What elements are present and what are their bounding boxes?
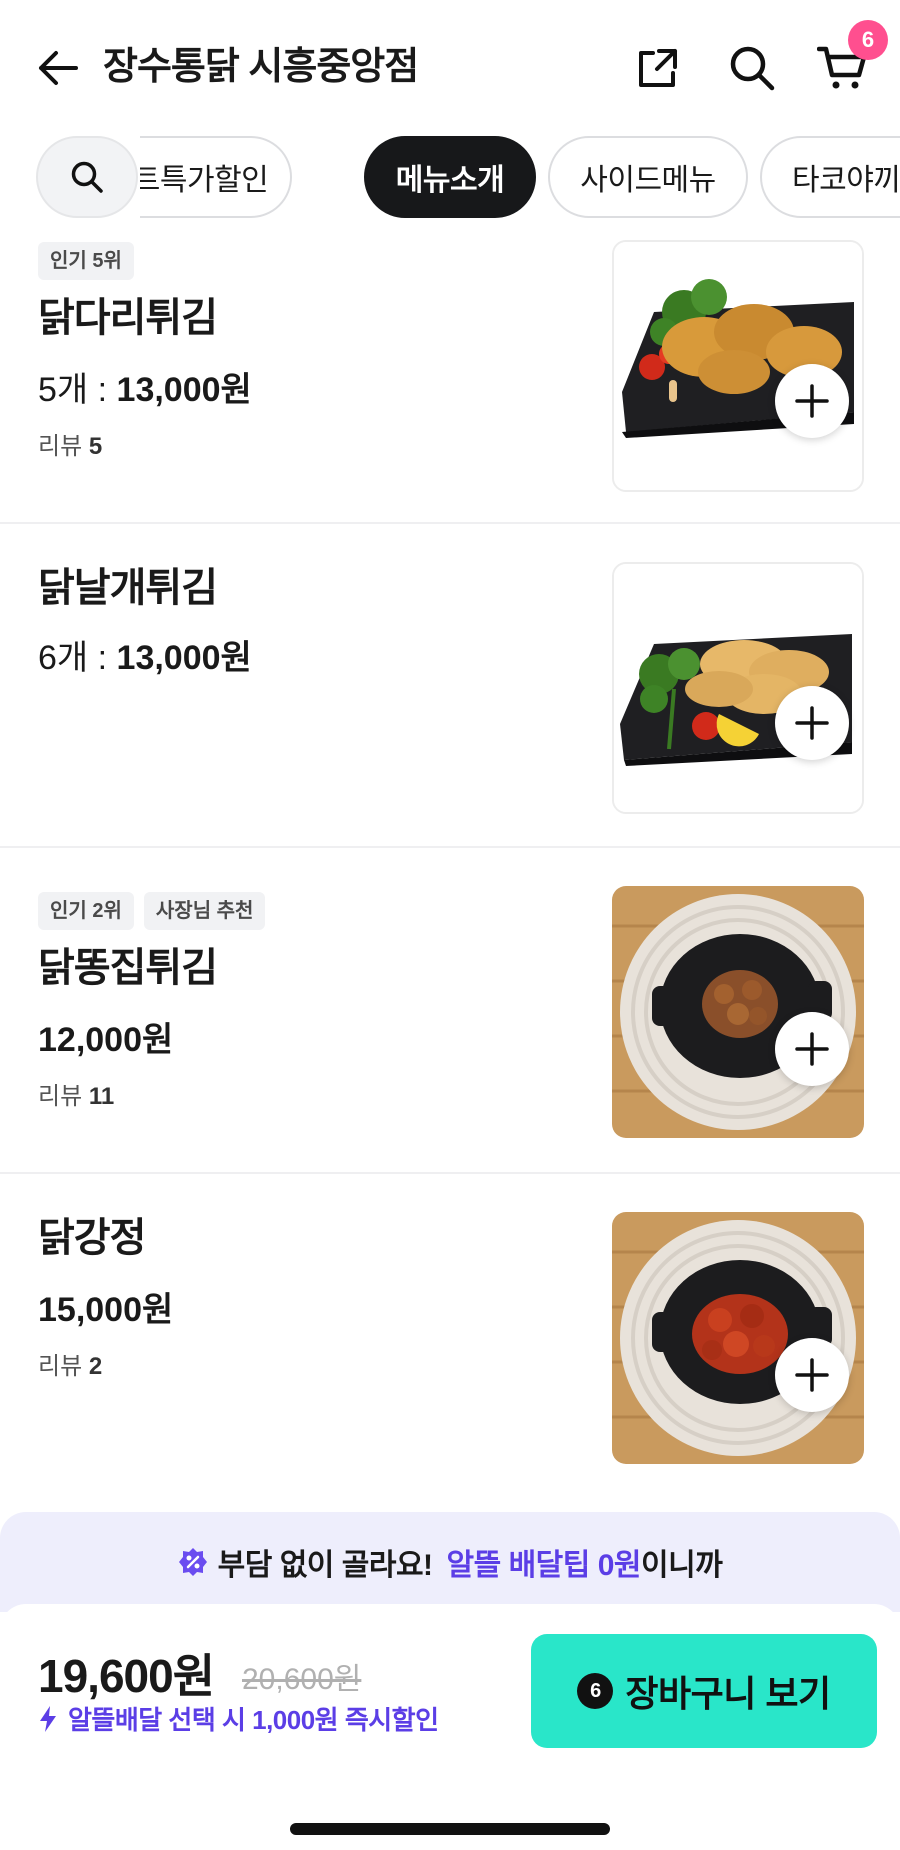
tab-event-discount[interactable]: 벤트특가할인 bbox=[140, 136, 292, 218]
menu-item-qty: 5개 : bbox=[38, 371, 117, 409]
tab-side-menu[interactable]: 사이드메뉴 bbox=[548, 136, 748, 218]
tab-menu-intro[interactable]: 메뉴소개 bbox=[364, 136, 536, 218]
plus-icon bbox=[795, 706, 829, 740]
search-icon[interactable] bbox=[722, 38, 782, 98]
menu-item-name: 닭다리튀김 bbox=[38, 296, 218, 340]
menu-item-name: 닭날개튀김 bbox=[38, 566, 218, 610]
menu-item-price: 5개 : 13,000원 bbox=[38, 368, 252, 412]
add-to-cart-button[interactable] bbox=[775, 364, 849, 438]
popularity-badge: 인기 2위 bbox=[38, 892, 134, 930]
tab-takoyaki[interactable]: 타코야끼 bbox=[760, 136, 900, 218]
menu-item[interactable]: 인기 2위 사장님 추천 닭똥집튀김 12,000원 리뷰 11 bbox=[0, 848, 900, 1174]
menu-item-price: 12,000원 bbox=[38, 1018, 173, 1062]
reviews-count: 11 bbox=[88, 1083, 115, 1110]
search-icon bbox=[71, 161, 103, 193]
menu-item-amount: 13,000원 bbox=[116, 639, 252, 677]
add-to-cart-button[interactable] bbox=[775, 686, 849, 760]
lightning-icon bbox=[40, 1705, 56, 1732]
discount-badge-icon bbox=[178, 1548, 207, 1576]
discount-note-text: 알뜰배달 선택 시 1,000원 즉시할인 bbox=[68, 1705, 439, 1735]
promo-suffix: 이니까 bbox=[641, 1549, 723, 1582]
view-cart-label: 장바구니 보기 bbox=[625, 1673, 831, 1714]
menu-item-reviews: 리뷰 5 bbox=[38, 430, 102, 464]
tab-scroller[interactable]: 벤트특가할인 메뉴소개 사이드메뉴 타코야끼 bbox=[140, 134, 900, 220]
menu-item-price: 6개 : 13,000원 bbox=[38, 636, 252, 680]
cart-summary-bar: 19,600원 20,600원 알뜰배달 선택 시 1,000원 즉시할인 6 … bbox=[0, 1604, 900, 1850]
popularity-badge: 인기 5위 bbox=[38, 242, 134, 280]
menu-item-qty: 6개 : bbox=[38, 639, 117, 677]
reviews-count: 5 bbox=[88, 433, 103, 460]
store-title: 장수통닭 시흥중앙점 bbox=[103, 46, 419, 88]
sweet-spicy-chicken-image[interactable] bbox=[612, 1212, 864, 1464]
menu-item-reviews: 리뷰 2 bbox=[38, 1350, 102, 1384]
cart-original-price: 20,600원 bbox=[242, 1663, 362, 1696]
add-to-cart-button[interactable] bbox=[775, 1012, 849, 1086]
plus-icon bbox=[795, 384, 829, 418]
menu-item-price: 15,000원 bbox=[38, 1288, 173, 1332]
reviews-label: 리뷰 bbox=[38, 1353, 83, 1380]
cart-total-price: 19,600원 bbox=[38, 1650, 215, 1702]
menu-search-button[interactable] bbox=[36, 136, 138, 218]
delivery-promo-banner: 부담 없이 골라요! 알뜰 배달팁 0원 이니까 bbox=[0, 1512, 900, 1612]
cart-count-badge: 6 bbox=[848, 20, 888, 60]
fried-gizzards-image[interactable] bbox=[612, 886, 864, 1138]
promo-text: 부담 없이 골라요! bbox=[217, 1549, 433, 1582]
plus-icon bbox=[795, 1358, 829, 1392]
menu-item-name: 닭똥집튀김 bbox=[38, 946, 218, 990]
reviews-label: 리뷰 bbox=[38, 433, 83, 460]
home-indicator[interactable] bbox=[290, 1823, 610, 1835]
view-cart-button[interactable]: 6 장바구니 보기 bbox=[531, 1634, 877, 1748]
menu-item-amount: 15,000원 bbox=[38, 1291, 174, 1329]
instant-discount-note: 알뜰배달 선택 시 1,000원 즉시할인 bbox=[38, 1700, 439, 1737]
promo-highlight: 알뜰 배달팁 0원 bbox=[446, 1549, 642, 1582]
menu-item-reviews: 리뷰 11 bbox=[38, 1080, 114, 1114]
back-arrow-icon[interactable] bbox=[30, 40, 86, 96]
plus-icon bbox=[795, 1032, 829, 1066]
reviews-count: 2 bbox=[88, 1353, 103, 1380]
app-header: 장수통닭 시흥중앙점 6 bbox=[0, 0, 900, 130]
owner-recommend-badge: 사장님 추천 bbox=[143, 892, 266, 930]
menu-item-amount: 12,000원 bbox=[38, 1021, 174, 1059]
menu-item[interactable]: 닭날개튀김 6개 : 13,000원 bbox=[0, 524, 900, 848]
cart-count-badge: 6 bbox=[577, 1673, 614, 1709]
menu-item-amount: 13,000원 bbox=[116, 371, 252, 409]
menu-item[interactable]: 인기 5위 닭다리튀김 5개 : 13,000원 리뷰 5 bbox=[0, 230, 900, 524]
menu-item[interactable]: 닭강정 15,000원 리뷰 2 bbox=[0, 1174, 900, 1504]
reviews-label: 리뷰 bbox=[38, 1083, 83, 1110]
share-icon[interactable] bbox=[628, 38, 688, 98]
add-to-cart-button[interactable] bbox=[775, 1338, 849, 1412]
menu-item-name: 닭강정 bbox=[38, 1216, 146, 1260]
category-tabs: 벤트특가할인 메뉴소개 사이드메뉴 타코야끼 bbox=[0, 134, 900, 220]
